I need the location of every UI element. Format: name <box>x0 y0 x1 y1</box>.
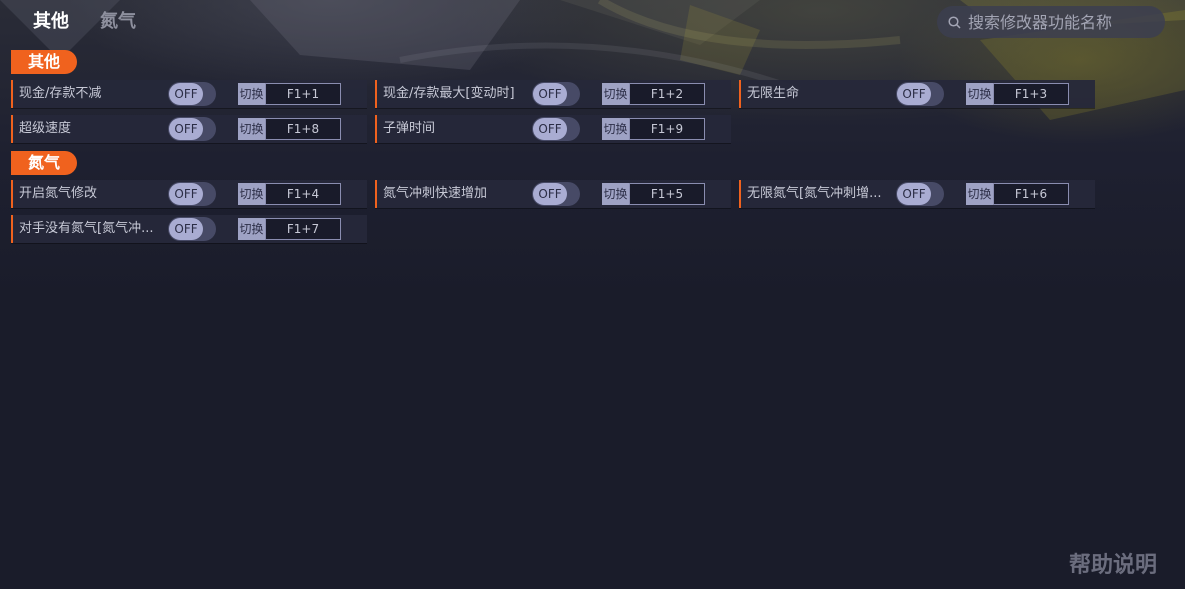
search-input[interactable] <box>968 12 1158 32</box>
cheat-label: 子弹时间 <box>383 121 436 136</box>
toggle-state: OFF <box>169 118 203 140</box>
cheat-row: 无限生命 OFF 切换 F1+3 <box>739 80 1095 108</box>
cheat-label: 超级速度 <box>19 121 72 136</box>
cheat-row: 现金/存款不减 OFF 切换 F1+1 <box>11 80 367 108</box>
search-icon <box>948 15 961 29</box>
cheat-label: 现金/存款不减 <box>19 86 102 101</box>
cheat-label: 氮气冲刺快速增加 <box>383 186 488 201</box>
cheat-row: 超级速度 OFF 切换 F1+8 <box>11 115 367 143</box>
section-title-nitro: 氮气 <box>11 151 77 175</box>
help-button[interactable]: 帮助说明 <box>1069 547 1157 579</box>
cheat-row: 对手没有氮气[氮气冲... OFF 切换 F1+7 <box>11 215 367 243</box>
cheat-label: 对手没有氮气[氮气冲... <box>19 221 154 236</box>
toggle-switch[interactable]: OFF <box>532 82 580 106</box>
toggle-state: OFF <box>897 183 931 205</box>
top-tab-bar: 其他 氮气 <box>33 9 136 35</box>
cheat-label: 无限生命 <box>747 86 800 101</box>
section-title-other: 其他 <box>11 50 77 74</box>
switch-label: 切换 <box>238 218 265 240</box>
switch-label: 切换 <box>966 83 993 105</box>
toggle-state: OFF <box>169 218 203 240</box>
switch-label: 切换 <box>966 183 993 205</box>
hotkey-field[interactable]: F1+3 <box>993 83 1069 105</box>
cheat-row: 现金/存款最大[变动时] OFF 切换 F1+2 <box>375 80 731 108</box>
hotkey-field[interactable]: F1+8 <box>265 118 341 140</box>
hotkey-field[interactable]: F1+7 <box>265 218 341 240</box>
toggle-state: OFF <box>897 83 931 105</box>
tab-nitro[interactable]: 氮气 <box>100 9 136 35</box>
switch-label: 切换 <box>602 83 629 105</box>
toggle-state: OFF <box>533 118 567 140</box>
hotkey-field[interactable]: F1+6 <box>993 183 1069 205</box>
switch-label: 切换 <box>238 118 265 140</box>
hotkey-field[interactable]: F1+2 <box>629 83 705 105</box>
toggle-switch[interactable]: OFF <box>168 82 216 106</box>
hotkey-field[interactable]: F1+5 <box>629 183 705 205</box>
tab-other[interactable]: 其他 <box>33 9 69 35</box>
toggle-switch[interactable]: OFF <box>532 117 580 141</box>
toggle-switch[interactable]: OFF <box>168 217 216 241</box>
toggle-switch[interactable]: OFF <box>896 82 944 106</box>
cheat-label: 开启氮气修改 <box>19 186 98 201</box>
toggle-switch[interactable]: OFF <box>896 182 944 206</box>
toggle-state: OFF <box>169 83 203 105</box>
toggle-state: OFF <box>169 183 203 205</box>
cheat-row: 氮气冲刺快速增加 OFF 切换 F1+5 <box>375 180 731 208</box>
cheat-label: 现金/存款最大[变动时] <box>383 86 515 101</box>
switch-label: 切换 <box>602 118 629 140</box>
search-box[interactable] <box>937 6 1165 38</box>
hotkey-field[interactable]: F1+9 <box>629 118 705 140</box>
switch-label: 切换 <box>238 183 265 205</box>
cheat-row: 无限氮气[氮气冲刺增... OFF 切换 F1+6 <box>739 180 1095 208</box>
toggle-state: OFF <box>533 183 567 205</box>
cheat-row: 子弹时间 OFF 切换 F1+9 <box>375 115 731 143</box>
toggle-state: OFF <box>533 83 567 105</box>
hotkey-field[interactable]: F1+1 <box>265 83 341 105</box>
toggle-switch[interactable]: OFF <box>532 182 580 206</box>
switch-label: 切换 <box>238 83 265 105</box>
toggle-switch[interactable]: OFF <box>168 182 216 206</box>
switch-label: 切换 <box>602 183 629 205</box>
toggle-switch[interactable]: OFF <box>168 117 216 141</box>
hotkey-field[interactable]: F1+4 <box>265 183 341 205</box>
cheat-label: 无限氮气[氮气冲刺增... <box>747 186 882 201</box>
cheat-row: 开启氮气修改 OFF 切换 F1+4 <box>11 180 367 208</box>
